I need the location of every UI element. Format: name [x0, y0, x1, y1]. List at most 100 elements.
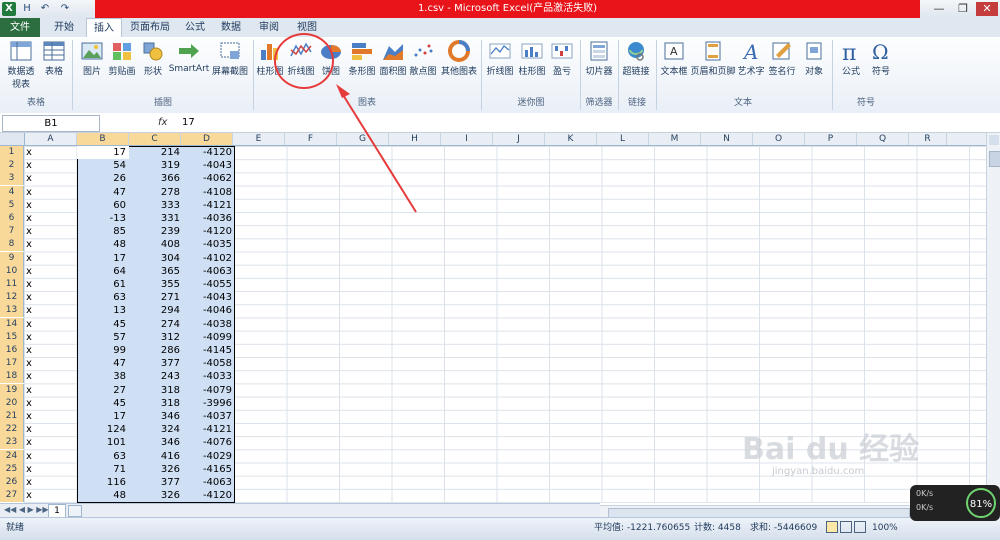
cell-b[interactable]: 61 — [78, 278, 128, 291]
cell-c[interactable]: 274 — [130, 318, 182, 331]
column-header-n[interactable]: N — [701, 133, 753, 145]
cell-a[interactable]: x — [26, 278, 76, 291]
cell-c[interactable]: 377 — [130, 476, 182, 489]
cell-a[interactable]: x — [26, 384, 76, 397]
cell-d[interactable]: -4120 — [182, 489, 234, 502]
cell-c[interactable]: 214 — [130, 146, 182, 159]
picture-button[interactable]: 图片 — [78, 40, 106, 77]
cell-b[interactable]: 116 — [78, 476, 128, 489]
cell-b[interactable]: 17 — [78, 252, 128, 265]
cell-b[interactable]: 64 — [78, 265, 128, 278]
cell-a[interactable]: x — [26, 463, 76, 476]
sparkline-column-button[interactable]: 柱形图 — [516, 40, 548, 77]
formula-input[interactable]: 17 — [178, 115, 987, 130]
cell-d[interactable]: -4063 — [182, 265, 234, 278]
cell-a[interactable]: x — [26, 318, 76, 331]
bar-chart-button[interactable]: 条形图 — [346, 40, 378, 77]
column-header-l[interactable]: L — [597, 133, 649, 145]
cell-d[interactable]: -4108 — [182, 186, 234, 199]
hyperlink-button[interactable]: 超链接 — [620, 40, 652, 77]
cell-b[interactable]: 99 — [78, 344, 128, 357]
select-all-corner[interactable] — [0, 133, 25, 145]
cell-c[interactable]: 346 — [130, 410, 182, 423]
cell-d[interactable]: -4102 — [182, 252, 234, 265]
equation-button[interactable]: π 公式 — [836, 40, 866, 77]
normal-view-icon[interactable] — [826, 521, 838, 533]
column-header-m[interactable]: M — [649, 133, 701, 145]
cell-a[interactable]: x — [26, 489, 76, 502]
row-header[interactable]: 25 — [0, 462, 24, 476]
shapes-button[interactable]: 形状 — [140, 40, 166, 77]
cell-a[interactable]: x — [26, 238, 76, 251]
cell-b[interactable]: 47 — [78, 357, 128, 370]
cell-d[interactable]: -4076 — [182, 436, 234, 449]
cell-a[interactable]: x — [26, 370, 76, 383]
page-layout-view-icon[interactable] — [840, 521, 852, 533]
row-header[interactable]: 11 — [0, 278, 24, 291]
cell-b[interactable]: 13 — [78, 304, 128, 317]
undo-icon[interactable]: ↶ — [38, 2, 52, 16]
column-header-c[interactable]: C — [129, 133, 181, 145]
row-header[interactable]: 8 — [0, 238, 24, 252]
column-header-r[interactable]: R — [909, 133, 947, 145]
column-header-o[interactable]: O — [753, 133, 805, 145]
signature-line-button[interactable]: 签名行 — [766, 40, 798, 77]
tab-page-layout[interactable]: 页面布局 — [124, 18, 176, 37]
cell-d[interactable]: -4058 — [182, 357, 234, 370]
cell-c[interactable]: 408 — [130, 238, 182, 251]
clipart-button[interactable]: 剪贴画 — [106, 40, 138, 77]
scatter-chart-button[interactable]: 散点图 — [408, 40, 438, 77]
symbol-button[interactable]: Ω 符号 — [866, 40, 896, 77]
cell-a[interactable]: x — [26, 450, 76, 463]
cell-a[interactable]: x — [26, 304, 76, 317]
cell-b[interactable]: 38 — [78, 370, 128, 383]
cell-c[interactable]: 278 — [130, 186, 182, 199]
column-header-i[interactable]: I — [441, 133, 493, 145]
tab-insert[interactable]: 插入 — [86, 18, 122, 38]
cell-b[interactable]: 101 — [78, 436, 128, 449]
row-header[interactable]: 23 — [0, 436, 24, 450]
cell-b[interactable]: 71 — [78, 463, 128, 476]
save-icon[interactable]: H — [20, 2, 34, 16]
wordart-button[interactable]: A 艺术字 — [736, 40, 766, 77]
cell-c[interactable]: 365 — [130, 265, 182, 278]
other-charts-button[interactable]: 其他图表 — [440, 40, 478, 77]
row-header[interactable]: 12 — [0, 291, 24, 305]
cell-c[interactable]: 346 — [130, 436, 182, 449]
cell-c[interactable]: 416 — [130, 450, 182, 463]
header-footer-button[interactable]: 页眉和页脚 — [690, 40, 736, 77]
cell-a[interactable]: x — [26, 331, 76, 344]
cell-d[interactable]: -4121 — [182, 199, 234, 212]
cell-a[interactable]: x — [26, 397, 76, 410]
cell-b[interactable]: 57 — [78, 331, 128, 344]
row-header[interactable]: 9 — [0, 251, 24, 265]
cell-a[interactable]: x — [26, 252, 76, 265]
cell-c[interactable]: 286 — [130, 344, 182, 357]
cell-b[interactable]: 17 — [78, 146, 128, 159]
row-header[interactable]: 21 — [0, 410, 24, 423]
cell-b[interactable]: 124 — [78, 423, 128, 436]
column-header-k[interactable]: K — [545, 133, 597, 145]
close-button[interactable]: ✕ — [976, 2, 998, 16]
object-button[interactable]: 对象 — [800, 40, 828, 77]
row-header[interactable]: 4 — [0, 185, 24, 199]
tab-review[interactable]: 审阅 — [254, 18, 284, 37]
row-header[interactable]: 7 — [0, 225, 24, 239]
cell-a[interactable]: x — [26, 291, 76, 304]
row-header[interactable]: 2 — [0, 159, 24, 173]
cell-d[interactable]: -4055 — [182, 278, 234, 291]
cell-b[interactable]: 63 — [78, 291, 128, 304]
cell-c[interactable]: 318 — [130, 384, 182, 397]
cell-c[interactable]: 243 — [130, 370, 182, 383]
row-header[interactable]: 19 — [0, 383, 24, 397]
pivot-table-button[interactable]: 数据透视表 — [4, 40, 38, 90]
cell-d[interactable]: -4035 — [182, 238, 234, 251]
column-header-d[interactable]: D — [181, 133, 233, 145]
row-header[interactable]: 1 — [0, 146, 24, 159]
cell-c[interactable]: 319 — [130, 159, 182, 172]
table-button[interactable]: 表格 — [40, 40, 68, 77]
cell-d[interactable]: -4029 — [182, 450, 234, 463]
minimize-button[interactable]: — — [928, 2, 950, 16]
cell-c[interactable]: 324 — [130, 423, 182, 436]
column-header-q[interactable]: Q — [857, 133, 909, 145]
